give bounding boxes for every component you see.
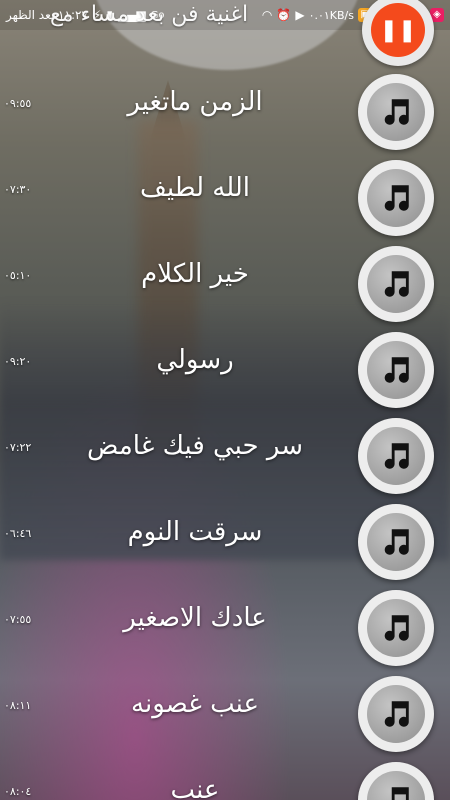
play-button[interactable] <box>358 590 434 666</box>
play-button[interactable] <box>358 762 434 800</box>
track-title[interactable]: خير الكلام <box>40 259 350 289</box>
play-button[interactable] <box>358 332 434 408</box>
track-list: ٠٩:٥٥ الزمن ماتغير ٠٧:٣٠ الله لطيف ٠٥:١٠… <box>0 63 450 800</box>
track-title[interactable]: الله لطيف <box>40 173 350 203</box>
track-item[interactable]: ٠٧:٥٥ عادك الاصغير <box>0 579 450 666</box>
music-note-icon <box>367 685 425 743</box>
stop-icon: ❚❚ <box>371 3 425 57</box>
track-title[interactable]: عنب <box>40 775 350 800</box>
play-button[interactable] <box>358 160 434 236</box>
music-note-icon <box>367 255 425 313</box>
track-item[interactable]: ٠٩:٢٠ رسولي <box>0 321 450 408</box>
stop-button[interactable]: ❚❚ <box>362 0 434 66</box>
alarm-icon: ⏰ <box>276 8 292 22</box>
track-title[interactable]: رسولي <box>40 345 350 375</box>
play-button[interactable] <box>358 74 434 150</box>
track-item[interactable]: ٠٧:٢٢ سر حبي فيك غامض <box>0 407 450 494</box>
track-duration: ٠٨:١١ <box>4 699 32 712</box>
track-duration: ٠٧:٥٥ <box>4 613 32 626</box>
track-duration: ٠٥:١٠ <box>4 269 32 282</box>
track-item[interactable]: ٠٨:١١ عنب غصونه <box>0 665 450 752</box>
play-button[interactable] <box>358 246 434 322</box>
track-duration: ٠٧:٢٢ <box>4 441 32 454</box>
track-title[interactable]: عادك الاصغير <box>40 603 350 633</box>
network-speed: ٠.٠١KB/s <box>308 8 354 22</box>
track-title[interactable]: سرقت النوم <box>40 517 350 547</box>
app-title: اغنية فن بعد مساء مع <box>50 2 249 27</box>
track-duration: ٠٩:٢٠ <box>4 355 32 368</box>
track-item[interactable]: ٠٦:٤٦ سرقت النوم <box>0 493 450 580</box>
play-button[interactable] <box>358 676 434 752</box>
music-note-icon <box>367 771 425 800</box>
music-note-icon <box>367 599 425 657</box>
track-duration: ٠٩:٥٥ <box>4 97 32 110</box>
track-item[interactable]: ٠٥:١٠ خير الكلام <box>0 235 450 322</box>
track-title[interactable]: عنب غصونه <box>40 689 350 719</box>
music-note-icon <box>367 341 425 399</box>
track-title[interactable]: سر حبي فيك غامض <box>40 431 350 461</box>
music-note-icon <box>367 513 425 571</box>
track-item[interactable]: ٠٩:٥٥ الزمن ماتغير <box>0 63 450 150</box>
play-button[interactable] <box>358 418 434 494</box>
track-duration: ٠٧:٣٠ <box>4 183 32 196</box>
music-note-icon <box>367 427 425 485</box>
play-button[interactable] <box>358 504 434 580</box>
music-note-icon <box>367 83 425 141</box>
track-duration: ٠٨:٠٤ <box>4 785 32 798</box>
track-title[interactable]: الزمن ماتغير <box>40 87 350 117</box>
play-status-icon: ▶ <box>295 8 305 22</box>
track-item[interactable]: ٠٨:٠٤ عنب <box>0 751 450 800</box>
track-duration: ٠٦:٤٦ <box>4 527 32 540</box>
music-note-icon <box>367 169 425 227</box>
wifi-icon: ◠ <box>261 8 273 22</box>
track-item[interactable]: ٠٧:٣٠ الله لطيف <box>0 149 450 236</box>
